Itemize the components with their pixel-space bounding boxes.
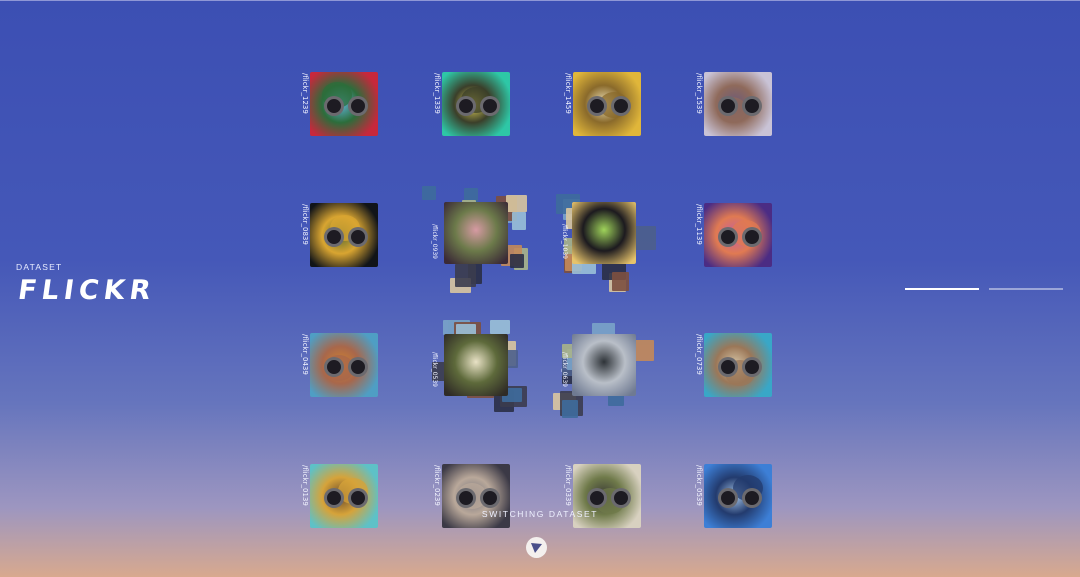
image-caption: /flickr_1239 xyxy=(301,73,309,114)
image-detail xyxy=(324,357,344,377)
image-detail xyxy=(348,488,368,508)
circle-triangle-logo-icon[interactable] xyxy=(526,537,547,558)
image-caption: /flickr_0939 xyxy=(431,224,438,259)
image-detail xyxy=(718,357,738,377)
image-mosaic-cluster[interactable] xyxy=(552,186,662,296)
image-caption: /flickr_0339 xyxy=(564,465,572,506)
thumbnail-fragment xyxy=(512,212,526,230)
image-caption: /flickr_1459 xyxy=(564,73,572,114)
image-tile[interactable] xyxy=(704,203,772,267)
image-caption: /flickr_0639 xyxy=(561,352,568,387)
focused-image xyxy=(444,334,508,396)
image-detail xyxy=(718,96,738,116)
thumbnail-fragment xyxy=(490,320,510,334)
thumbnail-fragment xyxy=(455,264,476,287)
image-detail xyxy=(742,227,762,247)
image-detail xyxy=(480,488,500,508)
image-detail xyxy=(348,227,368,247)
image-caption: /flickr_1039 xyxy=(561,224,568,259)
focused-image xyxy=(444,202,508,264)
image-detail xyxy=(718,488,738,508)
thumbnail-fragment xyxy=(510,254,524,268)
image-tile[interactable] xyxy=(310,72,378,136)
image-tile[interactable] xyxy=(704,72,772,136)
image-mosaic-cluster[interactable] xyxy=(552,314,662,424)
image-detail xyxy=(324,227,344,247)
triangle-icon xyxy=(531,542,542,553)
image-mosaic-cluster[interactable] xyxy=(422,314,532,424)
image-caption: /flickr_1539 xyxy=(695,73,703,114)
image-caption: /flickr_0239 xyxy=(433,465,441,506)
image-detail xyxy=(742,96,762,116)
image-detail xyxy=(718,227,738,247)
image-detail xyxy=(480,96,500,116)
image-detail xyxy=(742,357,762,377)
image-caption: /flickr_0139 xyxy=(301,465,309,506)
switching-status: SWITCHING DATASET xyxy=(481,509,599,519)
image-detail xyxy=(587,488,607,508)
thumbnail-fragment xyxy=(422,186,436,200)
image-detail xyxy=(742,488,762,508)
image-tile[interactable] xyxy=(704,333,772,397)
image-caption: /flickr_0739 xyxy=(695,334,703,375)
image-caption: /flickr_0439 xyxy=(301,334,309,375)
image-detail xyxy=(587,96,607,116)
image-detail xyxy=(456,96,476,116)
focused-image xyxy=(572,202,636,264)
image-caption: /flickr_0539 xyxy=(431,352,438,387)
image-caption: /flickr_0539 xyxy=(695,465,703,506)
image-tile[interactable] xyxy=(310,203,378,267)
thumbnail-fragment xyxy=(506,195,527,212)
image-detail xyxy=(348,357,368,377)
image-tile[interactable] xyxy=(442,72,510,136)
thumbnail-fragment xyxy=(612,272,629,291)
image-tile[interactable] xyxy=(573,72,641,136)
focused-image xyxy=(572,334,636,396)
image-tile[interactable] xyxy=(310,333,378,397)
image-caption: /flickr_0839 xyxy=(301,204,309,245)
image-detail xyxy=(611,488,631,508)
image-detail xyxy=(611,96,631,116)
image-caption: /flickr_1339 xyxy=(433,73,441,114)
image-detail xyxy=(456,488,476,508)
image-grid: /flickr_1239/flickr_1339/flickr_1459/fli… xyxy=(0,0,1080,577)
thumbnail-fragment xyxy=(562,400,578,418)
image-caption: /flickr_1139 xyxy=(695,204,703,245)
image-detail xyxy=(324,488,344,508)
image-mosaic-cluster[interactable] xyxy=(422,186,532,296)
image-detail xyxy=(348,96,368,116)
image-detail xyxy=(324,96,344,116)
